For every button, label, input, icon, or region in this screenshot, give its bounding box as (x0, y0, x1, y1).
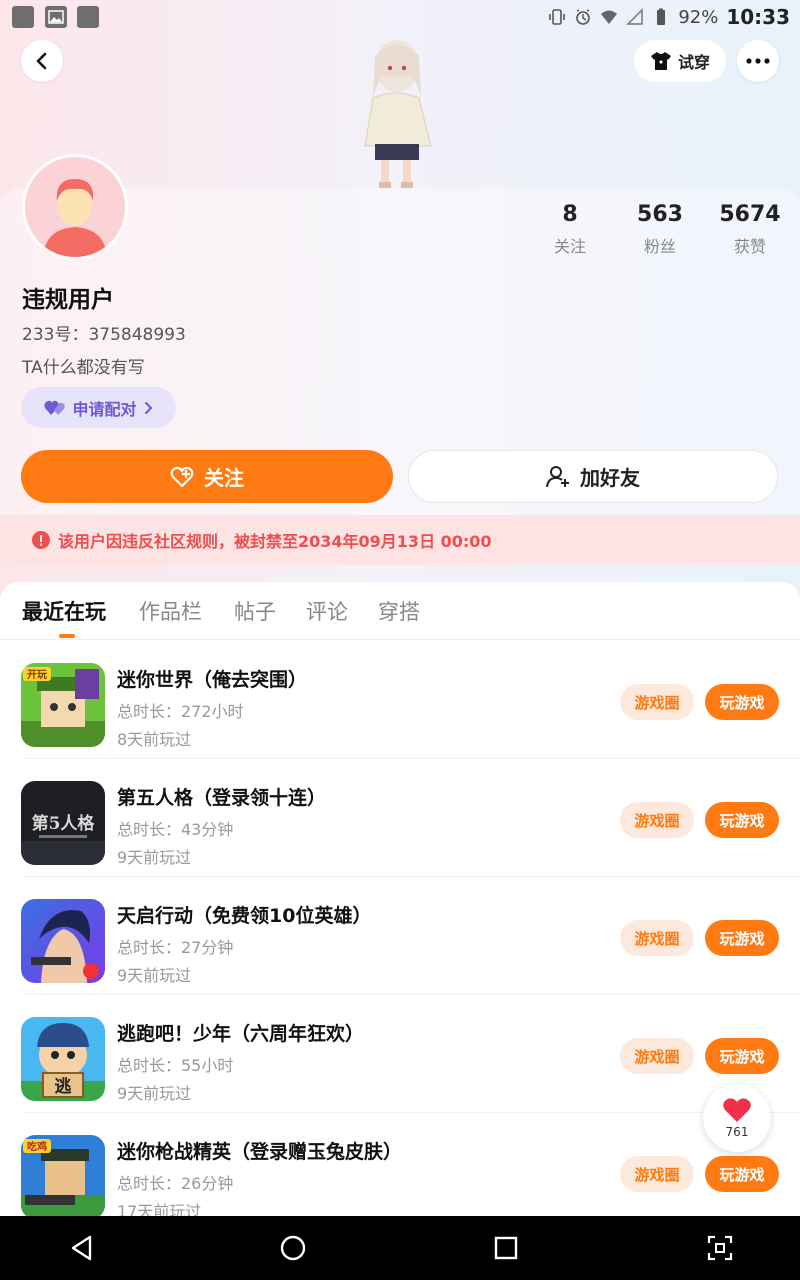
active-tab-indicator (59, 634, 75, 638)
battery-icon (657, 8, 666, 25)
vibrate-icon (549, 9, 566, 25)
tab-comments[interactable]: 评论 (306, 596, 348, 626)
game-icon-mini-gun-elite: 吃鸡 (21, 1135, 105, 1219)
nav-back-icon[interactable] (66, 1232, 98, 1264)
game-row[interactable]: 开玩 迷你世界（俺去突围） 总时长：272小时 8天前玩过 游戏圈 玩游戏 (0, 641, 800, 759)
tab-outfits[interactable]: 穿搭 (378, 596, 420, 626)
user-avatar[interactable] (22, 154, 128, 260)
ban-notice-banner: 该用户因违反社区规则，被封禁至2034年09月13日 00:00 (0, 515, 800, 565)
game-duration: 总时长：43分钟 (117, 820, 234, 839)
tab-works[interactable]: 作品栏 (139, 596, 202, 626)
game-circle-button[interactable]: 游戏圈 (620, 684, 694, 720)
add-friend-label: 加好友 (580, 466, 640, 490)
add-friend-button[interactable]: 加好友 (408, 450, 778, 503)
clock: 10:33 (726, 5, 790, 29)
game-title: 第五人格（登录领十连） (117, 787, 327, 809)
stat-following[interactable]: 8 关注 (530, 202, 610, 257)
game-icon-sign-text: 逃 (55, 1076, 73, 1097)
game-icon-badge: 吃鸡 (27, 1140, 47, 1153)
app-notification-icon (77, 6, 99, 28)
game-row[interactable]: 天启行动（免费领10位英雄） 总时长：27分钟 9天前玩过 游戏圈 玩游戏 (0, 877, 800, 995)
game-icon-logo-text: 第5人格 (32, 813, 96, 834)
nav-recents-icon[interactable] (490, 1232, 522, 1264)
following-count: 8 (562, 202, 578, 227)
default-avatar-icon (25, 157, 125, 257)
more-dots-icon (746, 58, 770, 64)
tab-recently-played[interactable]: 最近在玩 (22, 596, 106, 626)
like-count: 761 (725, 1125, 749, 1139)
status-bar: 92% 10:33 (0, 0, 800, 34)
wifi-icon (601, 10, 618, 24)
game-duration: 总时长：26分钟 (117, 1174, 234, 1193)
stat-likes[interactable]: 5674 获赞 (710, 202, 790, 257)
game-row[interactable]: 第5人格 第五人格（登录领十连） 总时长：43分钟 9天前玩过 游戏圈 玩游戏 (0, 759, 800, 877)
game-duration: 总时长：27分钟 (117, 938, 234, 957)
game-row[interactable]: 逃 逃跑吧！少年（六周年狂欢） 总时长：55小时 9天前玩过 游戏圈 玩游戏 (0, 995, 800, 1113)
stat-fans[interactable]: 563 粉丝 (620, 202, 700, 257)
game-icon-identity-v: 第5人格 (21, 781, 105, 865)
floating-like-button[interactable]: 761 (703, 1084, 771, 1152)
following-label: 关注 (553, 237, 586, 256)
alarm-icon (576, 9, 591, 25)
username: 违规用户 (22, 287, 114, 313)
game-last-played: 9天前玩过 (117, 966, 192, 985)
play-game-button[interactable]: 玩游戏 (705, 684, 779, 720)
ban-notice-text: 该用户因违反社区规则，被封禁至2034年09月13日 00:00 (58, 532, 492, 551)
chevron-left-icon (36, 52, 47, 70)
chevron-right-icon (144, 401, 152, 414)
nav-home-icon[interactable] (277, 1232, 309, 1264)
follow-label: 关注 (204, 466, 244, 490)
game-circle-button[interactable]: 游戏圈 (620, 1038, 694, 1074)
play-game-button[interactable]: 玩游戏 (705, 920, 779, 956)
game-icon-mini-world: 开玩 (21, 663, 105, 747)
likes-count: 5674 (719, 202, 781, 227)
follow-button[interactable]: 关注 (21, 450, 393, 503)
notification-icon (12, 6, 34, 28)
fans-count: 563 (637, 202, 683, 227)
game-circle-button[interactable]: 游戏圈 (620, 920, 694, 956)
heart-icon (723, 1098, 751, 1122)
game-last-played: 8天前玩过 (117, 730, 192, 749)
tabs-divider (0, 639, 800, 640)
request-pair-button[interactable]: 申请配对 (21, 387, 176, 428)
game-circle-button[interactable]: 游戏圈 (620, 802, 694, 838)
user-id: 233号：375848993 (22, 325, 186, 345)
tshirt-icon (650, 52, 671, 70)
system-navigation-bar (0, 1216, 800, 1280)
try-on-label: 试穿 (677, 53, 710, 72)
likes-label: 获赞 (733, 237, 766, 256)
game-icon-run-away-kid: 逃 (21, 1017, 105, 1101)
play-game-button[interactable]: 玩游戏 (705, 802, 779, 838)
game-last-played: 9天前玩过 (117, 1084, 192, 1103)
play-game-button[interactable]: 玩游戏 (705, 1038, 779, 1074)
screenshot-capture-icon[interactable] (704, 1232, 736, 1264)
game-last-played: 9天前玩过 (117, 848, 192, 867)
game-icon-badge: 开玩 (27, 669, 47, 681)
add-user-icon (546, 465, 569, 487)
game-title: 天启行动（免费领10位英雄） (117, 905, 372, 927)
request-pair-label: 申请配对 (72, 399, 137, 419)
try-on-button[interactable]: 试穿 (634, 40, 726, 82)
fans-label: 粉丝 (643, 237, 676, 256)
tab-posts[interactable]: 帖子 (234, 596, 276, 626)
gallery-notification-icon (45, 6, 67, 28)
back-button[interactable] (21, 40, 63, 82)
user-bio: TA什么都没有写 (22, 358, 145, 378)
avatar-character-illustration (345, 36, 445, 188)
warning-icon (32, 531, 50, 549)
game-row[interactable]: 吃鸡 迷你枪战精英（登录赠玉兔皮肤） 总时长：26分钟 17天前玩过 游戏圈 玩… (0, 1113, 800, 1231)
game-circle-button[interactable]: 游戏圈 (620, 1156, 694, 1192)
game-duration: 总时长：272小时 (117, 702, 244, 721)
game-title: 迷你枪战精英（登录赠玉兔皮肤） (117, 1141, 403, 1163)
more-options-button[interactable] (737, 40, 779, 82)
heart-plus-icon (170, 466, 194, 487)
play-game-button[interactable]: 玩游戏 (705, 1156, 779, 1192)
game-title: 迷你世界（俺去突围） (117, 669, 308, 691)
game-icon-apex-action (21, 899, 105, 983)
signal-icon (626, 8, 644, 25)
game-duration: 总时长：55小时 (117, 1056, 234, 1075)
battery-level: 92% (678, 6, 719, 28)
game-title: 逃跑吧！少年（六周年狂欢） (117, 1023, 365, 1045)
double-heart-icon (44, 400, 66, 415)
